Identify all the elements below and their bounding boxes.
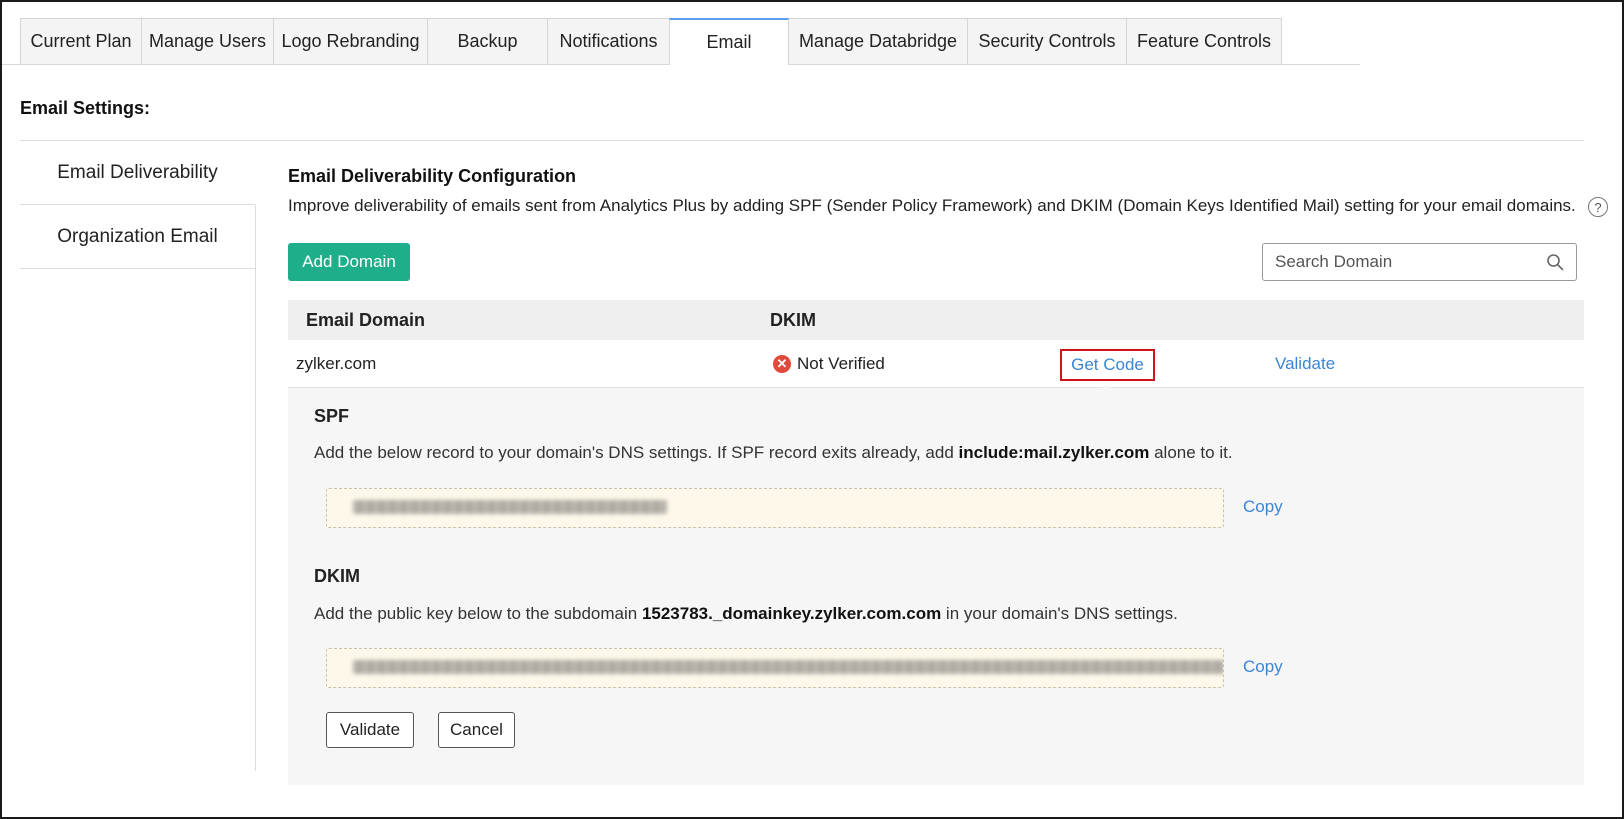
help-icon[interactable]: ? xyxy=(1588,197,1608,217)
tab-backup[interactable]: Backup xyxy=(427,18,548,64)
cancel-button[interactable]: Cancel xyxy=(438,712,515,748)
search-icon[interactable] xyxy=(1546,253,1564,271)
column-header-dkim: DKIM xyxy=(770,310,816,330)
spf-description: Add the below record to your domain's DN… xyxy=(314,443,1233,462)
table-row: zylker.com ✕ Not Verified Get Code Valid… xyxy=(288,340,1584,388)
tab-manage-users[interactable]: Manage Users xyxy=(141,18,274,64)
tab-security-controls[interactable]: Security Controls xyxy=(967,18,1127,64)
page-title: Email Settings: xyxy=(20,98,151,118)
spf-copy-link[interactable]: Copy xyxy=(1243,497,1283,517)
error-icon: ✕ xyxy=(773,355,791,373)
settings-tabbar: Current Plan Manage Users Logo Rebranding B… xyxy=(20,18,1282,65)
dkim-key-redacted xyxy=(353,660,1223,674)
tab-feature-controls[interactable]: Feature Controls xyxy=(1126,18,1282,64)
validate-button[interactable]: Validate xyxy=(326,712,414,748)
domain-cell: zylker.com xyxy=(296,354,377,373)
get-code-link[interactable]: Get Code xyxy=(1060,349,1155,381)
dkim-title: DKIM xyxy=(314,566,360,586)
validate-link[interactable]: Validate xyxy=(1275,354,1335,374)
dkim-description: Add the public key below to the subdomai… xyxy=(314,604,1178,623)
tab-current-plan[interactable]: Current Plan xyxy=(20,18,142,64)
spf-include-value: include:mail.zylker.com xyxy=(958,443,1150,462)
tab-manage-databridge[interactable]: Manage Databridge xyxy=(788,18,968,64)
spf-record-field[interactable] xyxy=(326,488,1224,528)
dns-records-panel: SPF Add the below record to your domain'… xyxy=(288,388,1584,785)
app-frame: Current Plan Manage Users Logo Rebranding B… xyxy=(0,0,1624,819)
nav-item-email-deliverability[interactable]: Email Deliverability xyxy=(20,141,256,205)
dkim-copy-link[interactable]: Copy xyxy=(1243,657,1283,677)
status-not-verified: Not Verified xyxy=(797,354,885,373)
section-title: Email Deliverability Configuration xyxy=(288,166,577,186)
search-input[interactable] xyxy=(1263,244,1523,280)
tab-email[interactable]: Email xyxy=(669,18,789,65)
popover-caret xyxy=(1096,385,1116,393)
spf-title: SPF xyxy=(314,406,350,426)
tab-notifications[interactable]: Notifications xyxy=(547,18,670,64)
dkim-key-field[interactable] xyxy=(326,648,1224,688)
table-header: Email Domain DKIM xyxy=(288,300,1584,340)
search-box xyxy=(1262,243,1577,281)
left-nav: Email Deliverability Organization Email xyxy=(20,141,256,771)
main-content: Email Deliverability Configuration Impro… xyxy=(288,166,1608,785)
tab-logo-rebranding[interactable]: Logo Rebranding xyxy=(273,18,428,64)
spf-record-redacted xyxy=(353,500,667,514)
dkim-subdomain-value: 1523783._domainkey.zylker.com.com xyxy=(641,604,942,623)
section-description: Improve deliverability of emails sent fr… xyxy=(288,196,1576,215)
add-domain-button[interactable]: Add Domain xyxy=(288,243,410,281)
column-header-email-domain: Email Domain xyxy=(306,310,426,330)
nav-item-organization-email[interactable]: Organization Email xyxy=(20,205,255,269)
